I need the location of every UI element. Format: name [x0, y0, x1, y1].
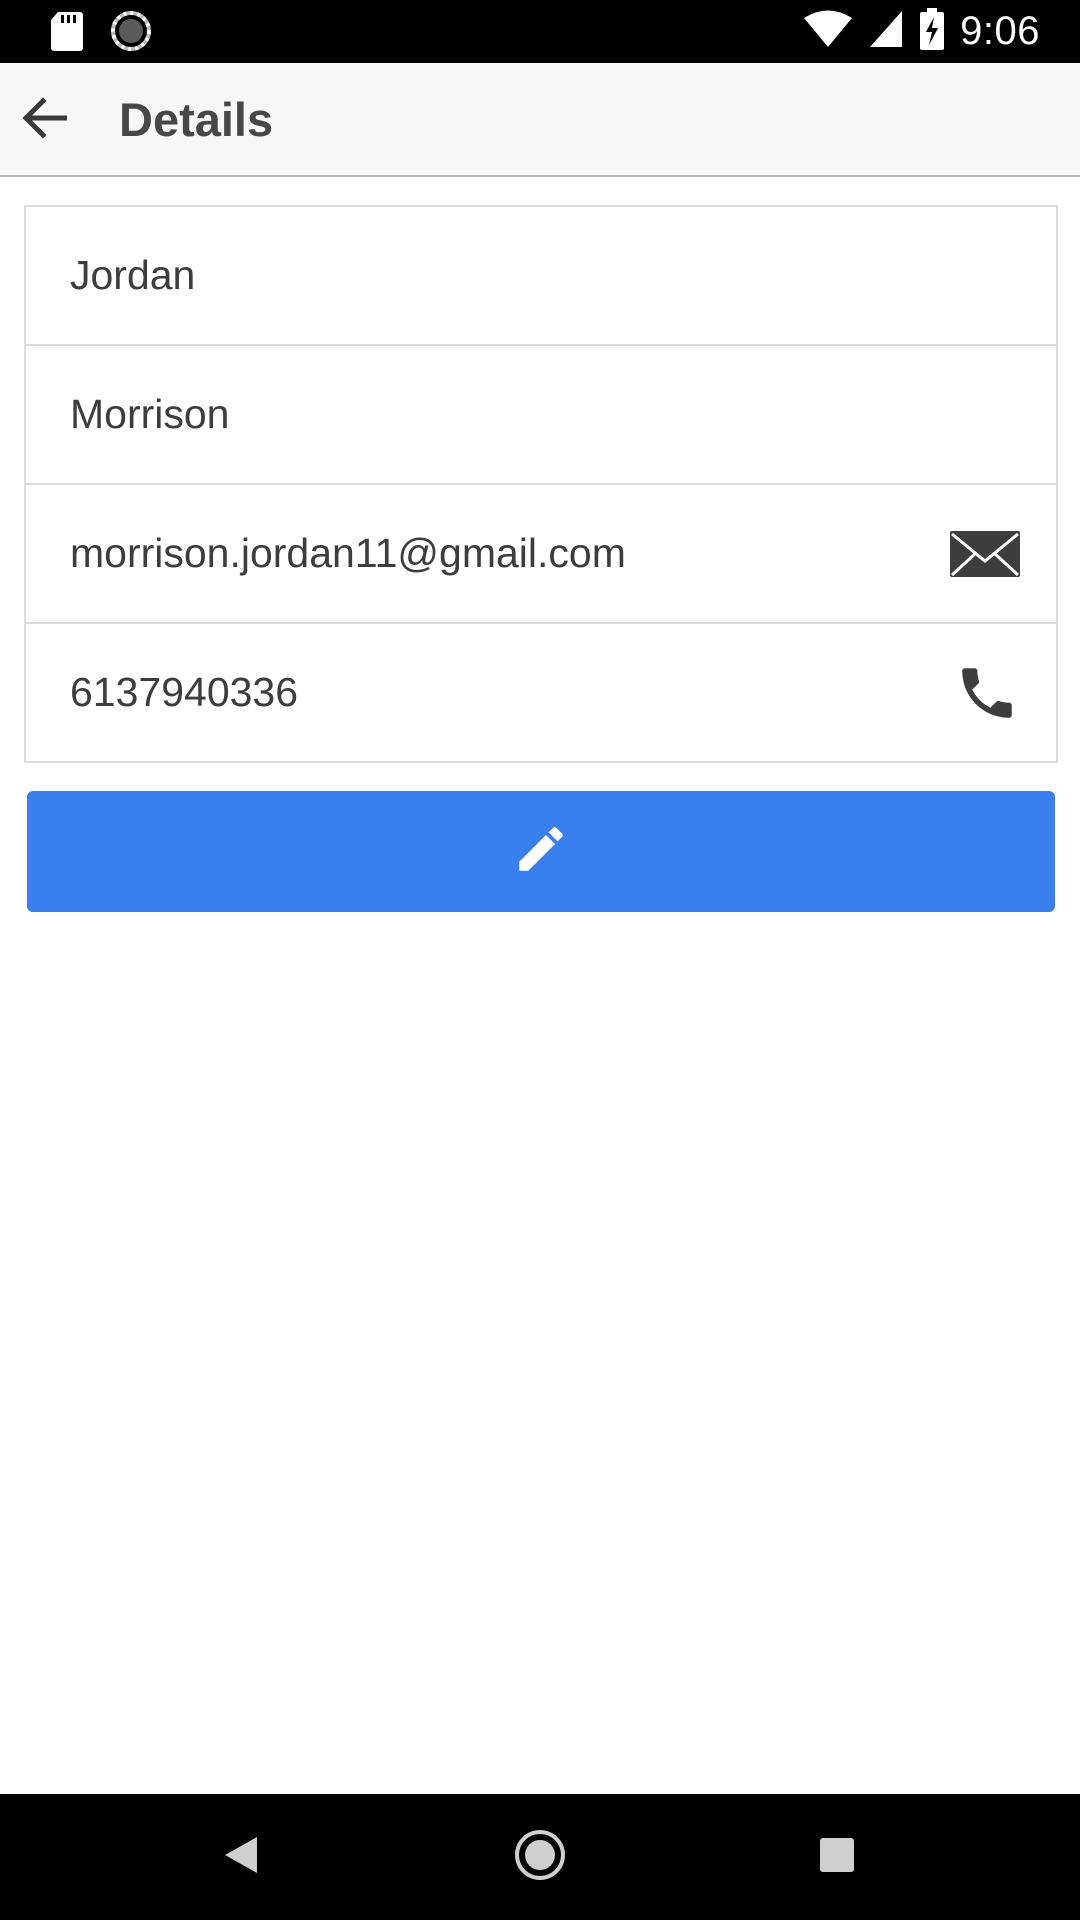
- pencil-icon: [512, 820, 570, 883]
- nav-recents-icon: [819, 1837, 855, 1878]
- status-bar: 9:06: [0, 0, 1080, 63]
- system-nav-bar: [0, 1794, 1080, 1920]
- wifi-icon: [804, 9, 853, 54]
- nav-home-icon: [514, 1829, 566, 1886]
- mail-icon[interactable]: [950, 530, 1020, 577]
- email-value: morrison.jordan11@gmail.com: [70, 530, 626, 576]
- phone-value: 6137940336: [70, 669, 299, 715]
- sd-card-icon: [50, 10, 84, 57]
- app-bar: Details: [0, 63, 1080, 177]
- nav-back-icon: [223, 1835, 259, 1880]
- status-left-icons: [50, 10, 152, 57]
- nav-recents-button[interactable]: [802, 1822, 872, 1892]
- details-screen: 9:06 Details Jordan Morrison morrison.jo…: [0, 0, 1080, 1920]
- nav-back-button[interactable]: [206, 1822, 276, 1892]
- phone-row: 6137940336: [26, 622, 1056, 761]
- email-row: morrison.jordan11@gmail.com: [26, 483, 1056, 622]
- first-name-row: Jordan: [26, 207, 1056, 344]
- last-name-value: Morrison: [70, 391, 230, 437]
- status-right-icons: 9:06: [804, 0, 1040, 63]
- cell-signal-icon: [868, 9, 904, 54]
- last-name-row: Morrison: [26, 344, 1056, 483]
- first-name-value: Jordan: [70, 252, 196, 298]
- battery-charging-icon: [920, 8, 945, 55]
- status-time: 9:06: [960, 9, 1040, 53]
- sync-spinner-icon: [110, 10, 152, 57]
- phone-icon[interactable]: [954, 660, 1020, 726]
- contact-field-list: Jordan Morrison morrison.jordan11@gmail.…: [24, 205, 1058, 763]
- nav-home-button[interactable]: [505, 1822, 575, 1892]
- back-button[interactable]: [14, 90, 74, 150]
- arrow-back-icon: [21, 96, 68, 144]
- page-title: Details: [119, 93, 274, 146]
- edit-button[interactable]: [27, 791, 1055, 912]
